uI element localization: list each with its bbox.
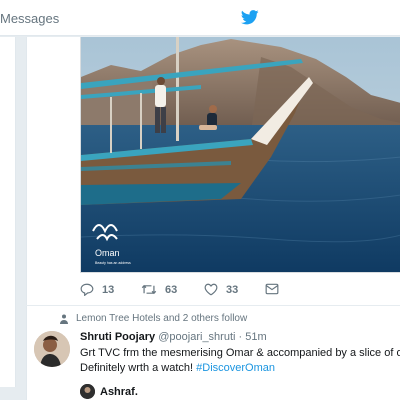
tweet-timestamp[interactable]: 51m — [245, 331, 266, 343]
tweet-text: Grt TVC frm the mesmerising Omar & accom… — [80, 346, 400, 376]
author-handle[interactable]: @poojari_shruti — [158, 331, 235, 343]
social-context[interactable]: Lemon Tree Hotels and 2 others follow — [60, 313, 247, 324]
direct-message-button[interactable] — [265, 283, 287, 295]
reply-icon — [80, 283, 94, 296]
envelope-icon — [265, 283, 279, 295]
avatar[interactable] — [34, 331, 70, 367]
tweet-header: Shruti Poojary @poojari_shruti · 51m — [80, 331, 267, 343]
retweet-icon — [141, 284, 157, 295]
reply-count: 13 — [102, 283, 115, 296]
hashtag-link[interactable]: #DiscoverOman — [196, 362, 275, 374]
retweet-count: 63 — [165, 283, 178, 296]
author-name[interactable]: Shruti Poojary — [80, 331, 155, 343]
like-button[interactable]: 33 — [204, 283, 238, 296]
dhow-boat-photo: Oman Beauty has an address — [81, 37, 400, 272]
like-count: 33 — [226, 283, 239, 296]
avatar-photo — [34, 331, 70, 367]
next-tweet-preview[interactable]: Ashraf. — [80, 384, 138, 399]
next-tweet-author[interactable]: Ashraf. — [100, 386, 138, 398]
heart-icon — [204, 283, 218, 296]
person-icon — [60, 314, 68, 324]
next-tweet-avatar[interactable] — [80, 384, 95, 399]
tweet-text-line-2: Definitely wrth a watch! #DiscoverOman — [80, 361, 400, 376]
watermark-title: Oman — [95, 248, 120, 258]
tweet-media-image[interactable]: Oman Beauty has an address — [80, 37, 400, 273]
time-separator: · — [238, 331, 243, 343]
tweet-divider — [26, 305, 400, 306]
reply-button[interactable]: 13 — [80, 283, 114, 296]
tweet-action-bar: 13 63 33 — [80, 283, 400, 303]
next-avatar-photo — [80, 384, 95, 399]
tweet-text-line-2-prefix: Definitely wrth a watch! — [80, 362, 197, 374]
tweet-text-line-1: Grt TVC frm the mesmerising Omar & accom… — [80, 347, 400, 359]
twitter-bird-icon[interactable] — [241, 10, 259, 25]
social-context-text: Lemon Tree Hotels and 2 others follow — [76, 313, 248, 324]
messages-nav-item[interactable]: Messages — [0, 11, 59, 26]
left-sidebar-panel — [0, 37, 16, 387]
top-navigation-bar: Messages — [0, 0, 400, 36]
retweet-button[interactable]: 63 — [141, 283, 177, 296]
watermark-tagline: Beauty has an address — [95, 261, 131, 265]
messages-label: Messages — [0, 11, 60, 26]
